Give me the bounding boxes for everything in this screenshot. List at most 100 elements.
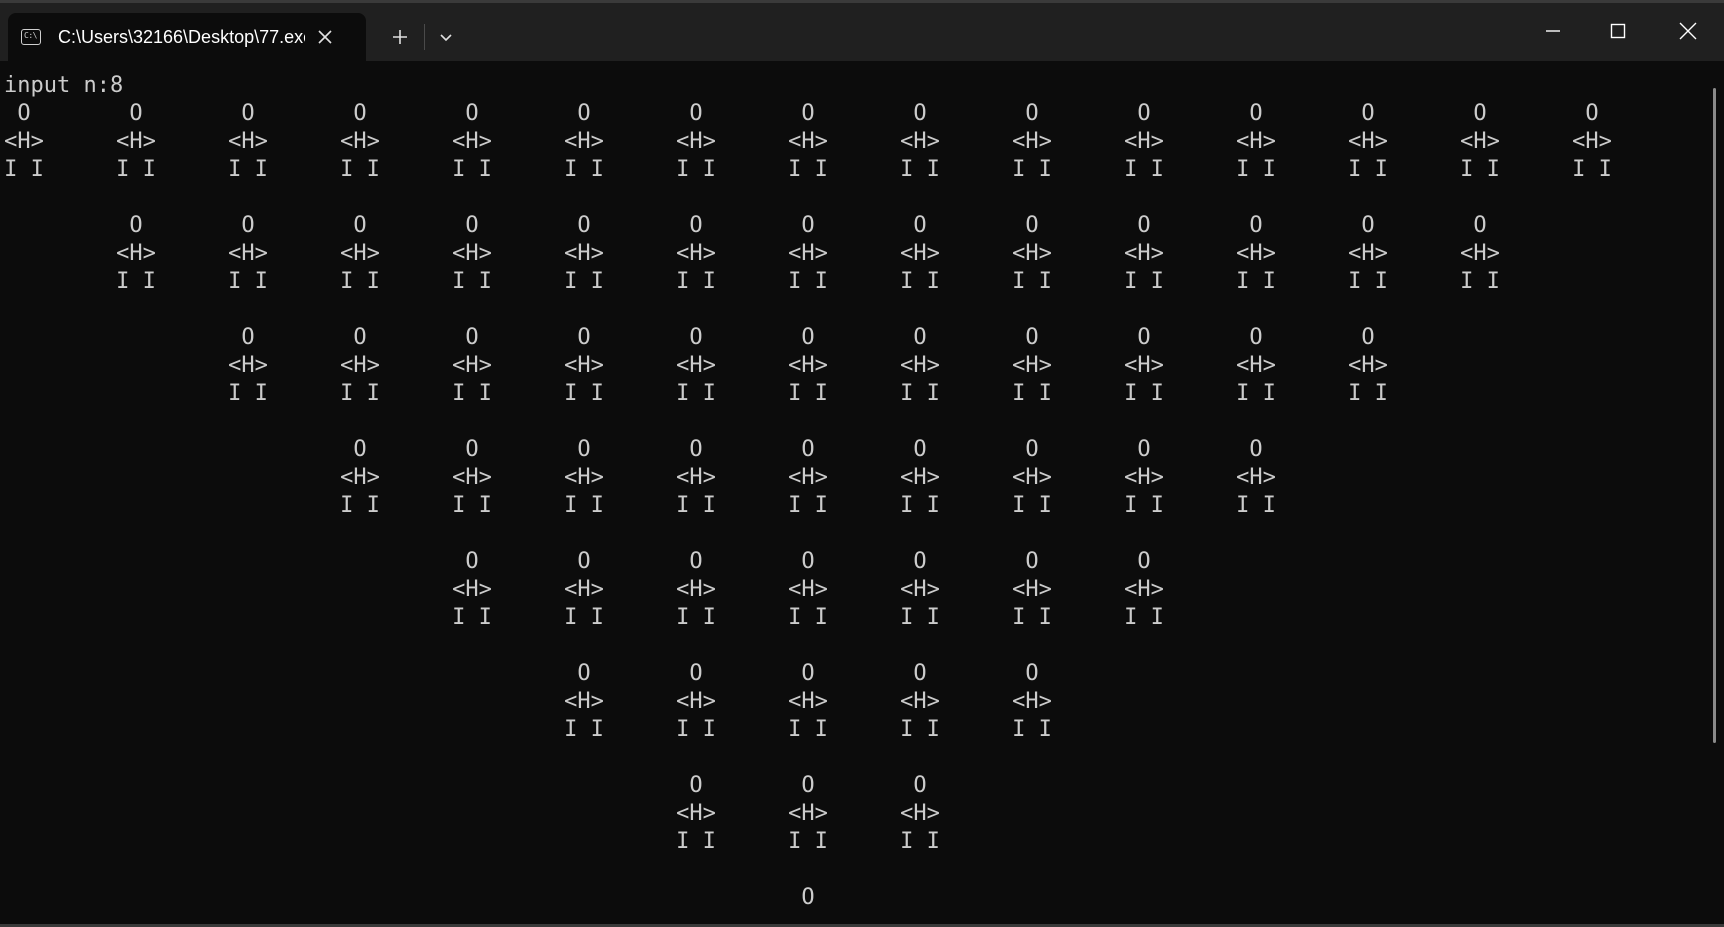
figure-line: <H> [452, 465, 492, 490]
stick-figure: O <H> I I [444, 212, 500, 296]
figure-line: <H> [228, 353, 268, 378]
figure-line: O [913, 213, 927, 238]
tab-console[interactable]: C:\ C:\Users\32166\Desktop\77.exe [8, 13, 366, 61]
stick-figure: O <H> I I [444, 548, 500, 632]
figure-line: O [1249, 325, 1263, 350]
figure-line: I I [564, 157, 604, 182]
figure-line: <H> [788, 465, 828, 490]
new-tab-button[interactable] [382, 19, 418, 55]
figure-line: I I [452, 269, 492, 294]
figure-line: <H> [1124, 353, 1164, 378]
stick-figure: O <H> I I [1004, 660, 1060, 744]
figure-line: I I [900, 605, 940, 630]
figure-line: <H> [564, 129, 604, 154]
stick-figure: O <H> I I [1228, 436, 1284, 520]
figure-line: O [801, 437, 815, 462]
figure-line: O [801, 773, 815, 798]
figure-line: O [913, 325, 927, 350]
stick-figure: O <H> I I [892, 100, 948, 184]
figure-line: O [1361, 213, 1375, 238]
scrollbar-thumb[interactable] [1713, 88, 1716, 743]
figure-line: O [241, 101, 255, 126]
stick-figure: O <H> I I [1228, 100, 1284, 184]
figure-line: I I [900, 829, 940, 854]
figure-line: <H> [900, 129, 940, 154]
figure-line: O [465, 549, 479, 574]
figure-line: O [1025, 213, 1039, 238]
figure-line: <H> [340, 465, 380, 490]
stick-figure: O <H> I I [1004, 212, 1060, 296]
figure-line: I I [788, 157, 828, 182]
figure-line: I I [564, 493, 604, 518]
title-bar[interactable]: C:\ C:\Users\32166\Desktop\77.exe [0, 0, 1724, 61]
figure-line: O [465, 325, 479, 350]
stick-figure: O <H> I I [556, 100, 612, 184]
figure-line: <H> [676, 241, 716, 266]
figure-line: <H> [1348, 129, 1388, 154]
figure-line: O [129, 101, 143, 126]
maximize-button[interactable] [1583, 0, 1653, 61]
figure-line: O [1361, 101, 1375, 126]
minimize-icon [1546, 29, 1560, 32]
figure-line: I I [1572, 157, 1612, 182]
figure-line: <H> [788, 577, 828, 602]
figure-line: O [689, 773, 703, 798]
figure-line: I I [564, 717, 604, 742]
figure-line: I I [340, 493, 380, 518]
stick-figure: O <H> I I [780, 212, 836, 296]
figure-line: I I [564, 269, 604, 294]
stick-figure: O <H> I I [444, 436, 500, 520]
stick-figure: O <H> I I [108, 212, 164, 296]
figure-line: I I [4, 157, 44, 182]
figure-line: <H> [228, 241, 268, 266]
figure-line: I I [1236, 157, 1276, 182]
plus-icon [393, 30, 407, 44]
figure-line: <H> [1012, 129, 1052, 154]
stick-figure: O <H> I I [556, 324, 612, 408]
figure-line: O [1025, 325, 1039, 350]
figure-line: <H> [788, 689, 828, 714]
tab-dropdown-button[interactable] [428, 19, 464, 55]
figure-line: O [577, 325, 591, 350]
chevron-down-icon [440, 34, 452, 42]
figure-line: I I [340, 381, 380, 406]
figure-line: <H> [1572, 129, 1612, 154]
figure-line: O [689, 213, 703, 238]
figure-line: <H> [1236, 465, 1276, 490]
figure-line: O [689, 101, 703, 126]
stick-figure: O <H> I I [892, 436, 948, 520]
stick-figure: O <H> I I [780, 548, 836, 632]
figure-line: O [689, 549, 703, 574]
figure-line: I I [1012, 157, 1052, 182]
figure-line: I I [564, 381, 604, 406]
figure-line: I I [116, 157, 156, 182]
close-icon [1679, 22, 1697, 39]
stick-figure: O <H> I I [556, 660, 612, 744]
figure-line: <H> [340, 241, 380, 266]
figure-line: <H> [1012, 353, 1052, 378]
figure-line: O [129, 213, 143, 238]
figure-line: I I [1012, 717, 1052, 742]
figure-line: <H> [1236, 129, 1276, 154]
stick-figure: O <H> I I [668, 324, 724, 408]
figure-line: I I [1348, 269, 1388, 294]
figure-line: O [353, 213, 367, 238]
close-window-button[interactable] [1653, 0, 1723, 61]
figure-line: O [353, 325, 367, 350]
figure-line: <H> [1348, 353, 1388, 378]
figure-line: I I [788, 269, 828, 294]
figure-line: O [801, 213, 815, 238]
stick-figure: O <H> I I [892, 212, 948, 296]
close-tab-button[interactable] [308, 20, 342, 54]
figure-line: I I [900, 493, 940, 518]
figure-line: <H> [900, 689, 940, 714]
minimize-button[interactable] [1518, 0, 1588, 61]
figure-line: <H> [116, 241, 156, 266]
console-prompt: input n:8 [4, 73, 124, 98]
figure-line: <H> [676, 465, 716, 490]
figure-line: O [1137, 325, 1151, 350]
figure-line: <H> [676, 353, 716, 378]
figure-line: I I [1124, 381, 1164, 406]
figure-line: O [913, 437, 927, 462]
figure-line: <H> [452, 577, 492, 602]
